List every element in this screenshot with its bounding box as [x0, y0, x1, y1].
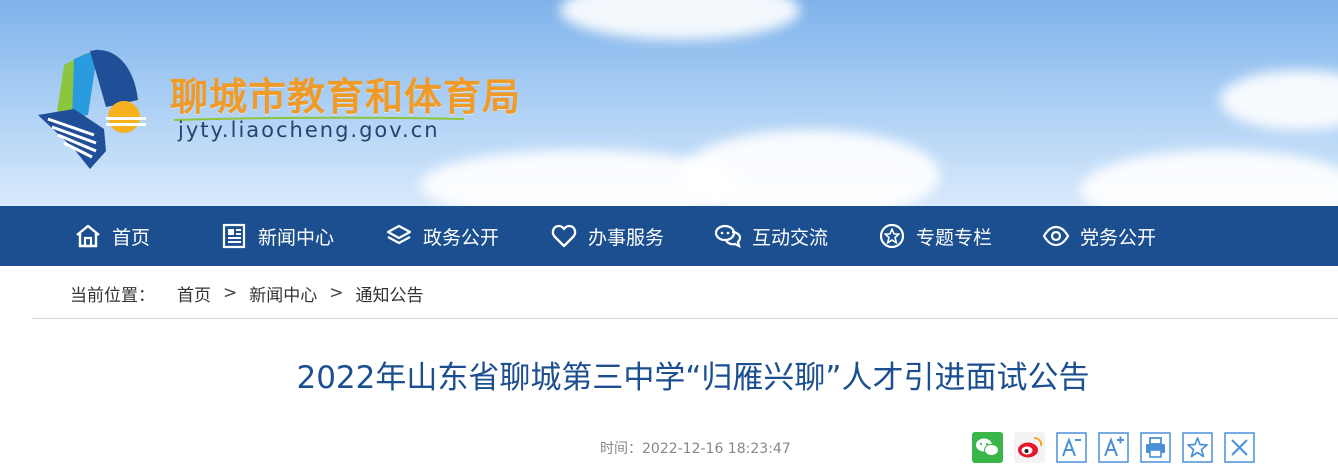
nav-item-government-affairs[interactable]: 政务公开 — [385, 206, 499, 266]
heart-icon — [551, 224, 577, 248]
wechat-share-icon — [972, 432, 1003, 463]
bureau-logo-icon — [38, 49, 146, 169]
close-icon — [1224, 432, 1255, 463]
main-nav: 首页 新闻中心 政务公开 办事服务 互动交流 专题专栏 党务公开 — [0, 206, 1338, 266]
share-wechat-button[interactable] — [972, 432, 1003, 463]
newspaper-icon — [222, 223, 246, 249]
font-increase-button[interactable] — [1098, 432, 1129, 463]
nav-item-services[interactable]: 办事服务 — [550, 206, 664, 266]
breadcrumb-notices-link[interactable]: 通知公告 — [356, 281, 424, 306]
cloud-decoration — [1220, 70, 1338, 130]
home-icon — [76, 224, 100, 248]
print-icon — [1140, 432, 1171, 463]
nav-item-special-topics[interactable]: 专题专栏 — [878, 206, 992, 266]
publish-time-label: 时间： — [600, 441, 642, 457]
favorite-button[interactable] — [1182, 432, 1213, 463]
font-decrease-button[interactable] — [1056, 432, 1087, 463]
breadcrumb-separator: > — [329, 283, 344, 303]
eye-icon — [1042, 225, 1070, 247]
cloud-decoration — [560, 0, 800, 40]
article-title: 2022年山东省聊城第三中学“归雁兴聊”人才引进面试公告 — [296, 360, 1090, 396]
breadcrumb-news-link[interactable]: 新闻中心 — [249, 281, 317, 306]
cloud-decoration — [680, 130, 940, 206]
breadcrumb-separator: > — [223, 283, 238, 303]
nav-item-home[interactable]: 首页 — [74, 206, 150, 266]
header-banner: 聊城市教育和体育局 jyty.liaocheng.gov.cn — [0, 0, 1338, 206]
nav-item-label: 政务公开 — [423, 226, 500, 249]
nav-item-party-affairs[interactable]: 党务公开 — [1042, 206, 1156, 266]
breadcrumb-label: 当前位置： — [70, 285, 155, 306]
content-divider — [32, 318, 1338, 319]
favorite-icon — [1182, 432, 1213, 463]
font-decrease-icon — [1056, 432, 1087, 463]
print-button[interactable] — [1140, 432, 1171, 463]
cloud-decoration — [1080, 150, 1338, 206]
nav-item-label: 党务公开 — [1080, 226, 1157, 249]
article-meta: 时间：2022-12-16 18:23:47 — [600, 438, 791, 458]
nav-item-label: 新闻中心 — [258, 226, 335, 249]
close-button[interactable] — [1224, 432, 1255, 463]
article-toolbar — [972, 432, 1266, 463]
nav-item-label: 首页 — [112, 226, 151, 249]
nav-item-label: 互动交流 — [752, 226, 829, 249]
site-url: jyty.liaocheng.gov.cn — [178, 118, 440, 142]
nav-item-news[interactable]: 新闻中心 — [220, 206, 334, 266]
breadcrumb-home-link[interactable]: 首页 — [177, 281, 211, 306]
nav-item-label: 专题专栏 — [916, 226, 993, 249]
breadcrumb: 当前位置： 首页 > 新闻中心 > 通知公告 — [70, 281, 424, 306]
nav-item-label: 办事服务 — [588, 226, 665, 249]
site-name: 聊城市教育和体育局 — [170, 75, 522, 119]
weibo-share-icon — [1014, 432, 1045, 463]
star-badge-icon — [879, 223, 905, 249]
publish-time-value: 2022-12-16 18:23:47 — [642, 441, 791, 457]
font-increase-icon — [1098, 432, 1129, 463]
nav-item-interaction[interactable]: 互动交流 — [714, 206, 828, 266]
share-weibo-button[interactable] — [1014, 432, 1045, 463]
chat-icon — [714, 224, 742, 249]
layers-icon — [386, 224, 412, 245]
